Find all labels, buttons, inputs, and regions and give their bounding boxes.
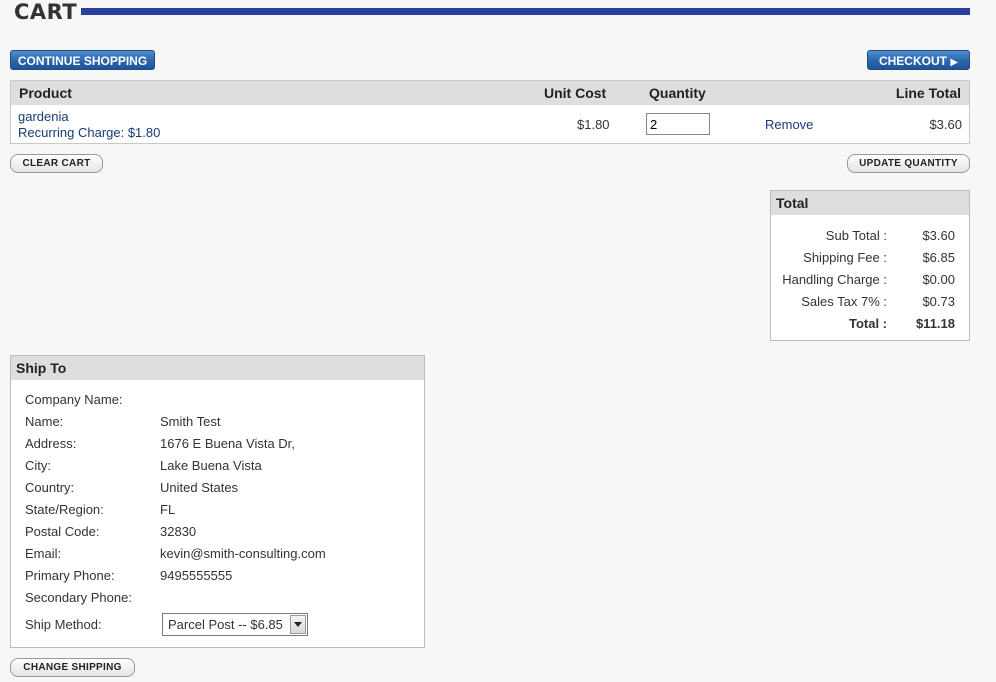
cart-table: Product Unit Cost Quantity Line Total ga…: [10, 80, 970, 144]
line-total-value: $3.60: [929, 117, 962, 132]
sales-tax-label: Sales Tax 7% :: [801, 294, 887, 309]
postal-code-value: 32830: [160, 524, 197, 539]
continue-shopping-button[interactable]: CONTINUE SHOPPING: [10, 50, 155, 70]
name-value: Smith Test: [160, 414, 221, 429]
handling-charge-value: $0.00: [922, 272, 955, 287]
country-value: United States: [160, 480, 239, 495]
primary-phone-value: 9495555555: [160, 568, 233, 583]
country-label: Country:: [25, 480, 75, 495]
ship-to-heading: Ship To: [11, 356, 424, 380]
ship-method-selected-value: Parcel Post -- $6.85: [168, 617, 283, 632]
subtotal-value: $3.60: [922, 228, 955, 243]
grand-total-value: $11.18: [915, 316, 955, 331]
primary-phone-label: Primary Phone:: [25, 568, 115, 583]
postal-code-label: Postal Code:: [25, 524, 100, 539]
grand-total-label: Total :: [848, 316, 887, 331]
address-value: 1676 E Buena Vista Dr,: [160, 436, 295, 451]
title-divider-bar: [81, 8, 970, 15]
column-header-product: Product: [19, 85, 72, 101]
totals-panel: Total Sub Total : $3.60 Shipping Fee : $…: [770, 190, 970, 341]
address-label: Address:: [25, 436, 77, 451]
unit-cost-value: $1.80: [577, 117, 610, 132]
product-name-link[interactable]: gardenia: [18, 109, 69, 124]
totals-heading: Total: [771, 191, 969, 215]
subtotal-label: Sub Total :: [825, 228, 887, 243]
city-value: Lake Buena Vista: [160, 458, 262, 473]
checkout-label: CHECKOUT: [878, 54, 947, 68]
ship-method-select[interactable]: Parcel Post -- $6.85: [162, 613, 308, 636]
shipping-fee-label: Shipping Fee :: [803, 250, 887, 265]
column-header-unit-cost: Unit Cost: [544, 85, 607, 101]
clear-cart-button[interactable]: CLEAR CART: [10, 154, 103, 173]
company-name-label: Company Name:: [25, 392, 123, 407]
email-value: kevin@smith-consulting.com: [160, 546, 326, 561]
handling-charge-label: Handling Charge :: [782, 272, 887, 287]
column-header-quantity: Quantity: [649, 85, 706, 101]
ship-to-panel: Ship To Company Name: Name: Smith Test A…: [10, 355, 425, 648]
shipping-fee-value: $6.85: [922, 250, 955, 265]
email-label: Email:: [25, 546, 62, 561]
remove-link[interactable]: Remove: [765, 117, 813, 132]
update-quantity-button[interactable]: UPDATE QUANTITY: [847, 154, 970, 173]
ship-method-label: Ship Method:: [25, 617, 102, 632]
quantity-input[interactable]: [646, 113, 710, 135]
checkout-button[interactable]: CHECKOUT ▶: [867, 50, 970, 70]
state-region-label: State/Region:: [25, 502, 104, 517]
column-header-line-total: Line Total: [895, 85, 961, 101]
name-label: Name:: [25, 414, 64, 429]
cart-table-header: Product Unit Cost Quantity Line Total: [11, 81, 969, 105]
secondary-phone-label: Secondary Phone:: [25, 590, 132, 605]
page-title: CART: [14, 0, 78, 24]
play-arrow-icon: ▶: [950, 57, 959, 68]
change-shipping-button[interactable]: CHANGE SHIPPING: [10, 658, 135, 677]
sales-tax-value: $0.73: [922, 294, 955, 309]
state-region-value: FL: [160, 502, 176, 517]
recurring-charge-text: Recurring Charge: $1.80: [18, 125, 161, 140]
chevron-down-icon[interactable]: [290, 615, 306, 634]
city-label: City:: [25, 458, 51, 473]
continue-shopping-label: CONTINUE SHOPPING: [17, 54, 148, 68]
table-row: gardenia Recurring Charge: $1.80 $1.80 R…: [11, 105, 969, 143]
